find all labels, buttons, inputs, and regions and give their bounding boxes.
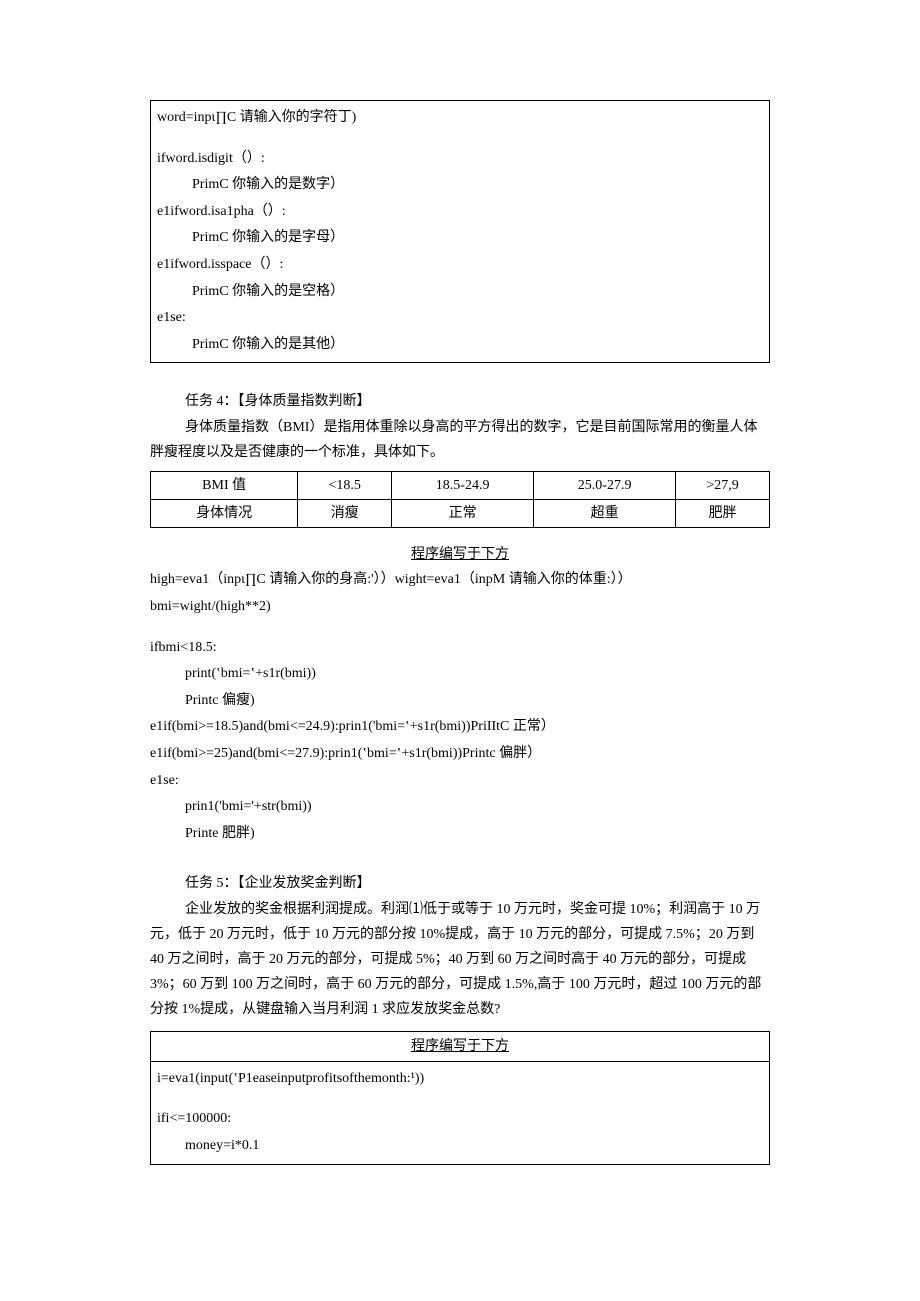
code-line: PrimC 你输入的是空格） bbox=[157, 279, 763, 306]
code-line: e1ifword.isa1pha（）: bbox=[157, 199, 763, 226]
code-line: ifbmi<18.5: bbox=[150, 635, 770, 662]
code-line: Printe 肥胖) bbox=[150, 821, 770, 848]
task4-desc: 身体质量指数（BMI）是指用体重除以身高的平方得出的数字，它是目前国际常用的衡量… bbox=[150, 415, 770, 465]
task5-title: 任务 5：【企业发放奖金判断】 bbox=[150, 871, 770, 896]
code-line: bmi=wight/(high**2) bbox=[150, 594, 770, 621]
code-line: e1if(bmi>=25)and(bmi<=27.9):prin1(‛bmi=‛… bbox=[150, 741, 770, 768]
bmi-table: BMI 值 <18.5 18.5-24.9 25.0-27.9 >27,9 身体… bbox=[150, 471, 770, 528]
code-line: PrimC 你输入的是字母） bbox=[157, 225, 763, 252]
task5-desc: 企业发放的奖金根据利润提成。利润⑴低于或等于 10 万元时，奖金可提 10%；利… bbox=[150, 897, 770, 1023]
table-row: 身体情况 消瘦 正常 超重 肥胖 bbox=[151, 500, 770, 528]
code-line: e1if(bmi>=18.5)and(bmi<=24.9):prin1('bmi… bbox=[150, 714, 770, 741]
code-line: PrimC 你输入的是数字） bbox=[157, 172, 763, 199]
code-line: prin1('bmi='+str(bmi)) bbox=[150, 794, 770, 821]
cell: <18.5 bbox=[298, 471, 392, 499]
cell: >27,9 bbox=[676, 471, 770, 499]
page: word=inpι∏C 请输入你的字符丁) ifword.isdigit（）: … bbox=[0, 0, 920, 1205]
code-box-string-check: word=inpι∏C 请输入你的字符丁) ifword.isdigit（）: … bbox=[150, 100, 770, 363]
code-box-bonus: 程序编写于下方 i=eva1(input(‛P1easeinputprofits… bbox=[150, 1031, 770, 1165]
cell: 身体情况 bbox=[151, 500, 298, 528]
cell: 18.5-24.9 bbox=[392, 471, 534, 499]
cell: BMI 值 bbox=[151, 471, 298, 499]
cell: 正常 bbox=[392, 500, 534, 528]
task4-title: 任务 4：【身体质量指数判断】 bbox=[150, 389, 770, 414]
code-title: 程序编写于下方 bbox=[151, 1032, 769, 1062]
code-line: ifword.isdigit（）: bbox=[157, 146, 763, 173]
code-line: Printc 偏瘦) bbox=[150, 688, 770, 715]
cell: 消瘦 bbox=[298, 500, 392, 528]
code-line: e1ifword.isspace（）: bbox=[157, 252, 763, 279]
code-line: PrimC 你输入的是其他） bbox=[157, 332, 763, 359]
code-line: ifi<=100000: bbox=[157, 1106, 763, 1133]
cell: 肥胖 bbox=[676, 500, 770, 528]
code-block-bmi: high=eva1（inpι∏C 请输入你的身高:'））wight=eva1（i… bbox=[150, 567, 770, 847]
code-line: money=i*0.1 bbox=[157, 1133, 763, 1160]
code-line: print(‛bmi=‛+s1r(bmi)) bbox=[150, 661, 770, 688]
code-line: i=eva1(input(‛P1easeinputprofitsofthemon… bbox=[157, 1066, 763, 1093]
cell: 25.0-27.9 bbox=[534, 471, 676, 499]
code-line: word=inpι∏C 请输入你的字符丁) bbox=[157, 105, 763, 132]
code-title: 程序编写于下方 bbox=[150, 542, 770, 567]
code-line: high=eva1（inpι∏C 请输入你的身高:'））wight=eva1（i… bbox=[150, 567, 770, 594]
cell: 超重 bbox=[534, 500, 676, 528]
code-line: e1se: bbox=[150, 768, 770, 795]
table-row: BMI 值 <18.5 18.5-24.9 25.0-27.9 >27,9 bbox=[151, 471, 770, 499]
code-line: e1se: bbox=[157, 305, 763, 332]
